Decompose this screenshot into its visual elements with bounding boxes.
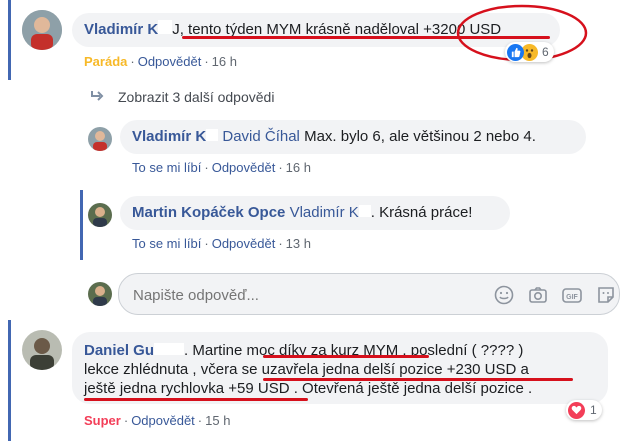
- reply-text: Max. bylo 6, ale většinou 2 nebo 4.: [299, 128, 536, 145]
- comment-author[interactable]: Daniel Gu: [84, 342, 154, 359]
- timestamp[interactable]: 16 h: [212, 54, 237, 69]
- reaction-label[interactable]: Paráda: [84, 54, 127, 69]
- reaction-badge[interactable]: 1: [566, 400, 602, 420]
- reply-author[interactable]: Vladimír K: [132, 128, 206, 145]
- censored-name: [358, 205, 371, 217]
- reply-meta: To se mi líbí · Odpovědět · 13 h: [132, 236, 311, 251]
- emoji-icon[interactable]: [493, 284, 515, 306]
- comment-meta: Paráda · Odpovědět · 16 h: [84, 54, 237, 69]
- reply-arrow-icon: [90, 89, 108, 105]
- gif-icon[interactable]: GIF: [561, 284, 583, 306]
- like-button[interactable]: To se mi líbí: [132, 160, 201, 175]
- comment-text: ještě jedna rychlovka +59 USD: [84, 380, 290, 397]
- censored-name: [154, 343, 185, 355]
- reply-bubble: Martin Kopáček Opce Vladimír K . Krásná p…: [120, 196, 510, 230]
- reaction-count: 1: [590, 403, 597, 417]
- sticker-icon[interactable]: [595, 284, 617, 306]
- annotation-underline: [263, 355, 429, 358]
- censored-name: [206, 129, 219, 141]
- thread-line: [8, 0, 11, 80]
- comment-text: uzavřela jedna delší pozice +230 USD a: [261, 361, 529, 378]
- avatar[interactable]: [88, 203, 112, 227]
- comment-line-2: lekce zhlédnuta , včera se uzavřela jedn…: [84, 360, 596, 379]
- avatar[interactable]: [88, 127, 112, 151]
- reply-author[interactable]: Martin Kopáček Opce: [132, 204, 285, 221]
- thread-line: [8, 320, 11, 441]
- mention-link[interactable]: David Číhal: [222, 128, 300, 145]
- avatar[interactable]: [22, 10, 62, 50]
- view-more-label[interactable]: Zobrazit 3 další odpovědi: [118, 89, 274, 105]
- reaction-count: 6: [542, 45, 549, 59]
- reaction-badge[interactable]: 6: [505, 42, 554, 62]
- avatar[interactable]: [22, 330, 62, 370]
- reply-meta: To se mi líbí · Odpovědět · 16 h: [132, 160, 311, 175]
- comment-text: . Otevřená ještě jedna delší pozice .: [289, 380, 533, 397]
- reply-button[interactable]: Odpovědět: [212, 160, 276, 175]
- reply-input[interactable]: GIF: [118, 273, 620, 315]
- camera-icon[interactable]: [527, 284, 549, 306]
- timestamp[interactable]: 15 h: [205, 413, 230, 428]
- avatar: [88, 282, 112, 306]
- comment-text: . Martine: [184, 342, 247, 359]
- reply-button[interactable]: Odpovědět: [138, 54, 202, 69]
- annotation-underline: [263, 378, 573, 381]
- comment-author[interactable]: Vladimír K: [84, 21, 158, 38]
- reaction-label[interactable]: Super: [84, 413, 121, 428]
- reply-bubble: Vladimír K David Číhal Max. bylo 6, ale …: [120, 120, 586, 154]
- comment-text: lekce zhlédnuta , včera se: [84, 361, 262, 378]
- reply-button[interactable]: Odpovědět: [131, 413, 195, 428]
- comment-meta: Super · Odpovědět · 15 h: [84, 413, 231, 428]
- reply-text: . Krásná práce!: [370, 204, 473, 221]
- svg-text:GIF: GIF: [566, 294, 578, 301]
- reply-thread-line: [80, 190, 83, 260]
- love-icon: [568, 401, 585, 419]
- comment-author-tail: J: [172, 21, 180, 38]
- annotation-underline: [84, 398, 308, 401]
- comment-line-3: ještě jedna rychlovka +59 USD . Otevřená…: [84, 379, 596, 398]
- timestamp[interactable]: 16 h: [286, 160, 311, 175]
- like-button[interactable]: To se mi líbí: [132, 236, 201, 251]
- reply-button[interactable]: Odpovědět: [212, 236, 276, 251]
- comment-bubble: Daniel Gu. Martine moc díky za kurz MYM …: [72, 332, 608, 404]
- mention-link[interactable]: Vladimír K: [290, 204, 359, 221]
- reply-text-field[interactable]: [133, 284, 473, 306]
- censored-name: [158, 20, 173, 34]
- timestamp[interactable]: 13 h: [286, 236, 311, 251]
- view-more-replies[interactable]: Zobrazit 3 další odpovědi: [90, 89, 274, 105]
- like-icon: [507, 43, 524, 61]
